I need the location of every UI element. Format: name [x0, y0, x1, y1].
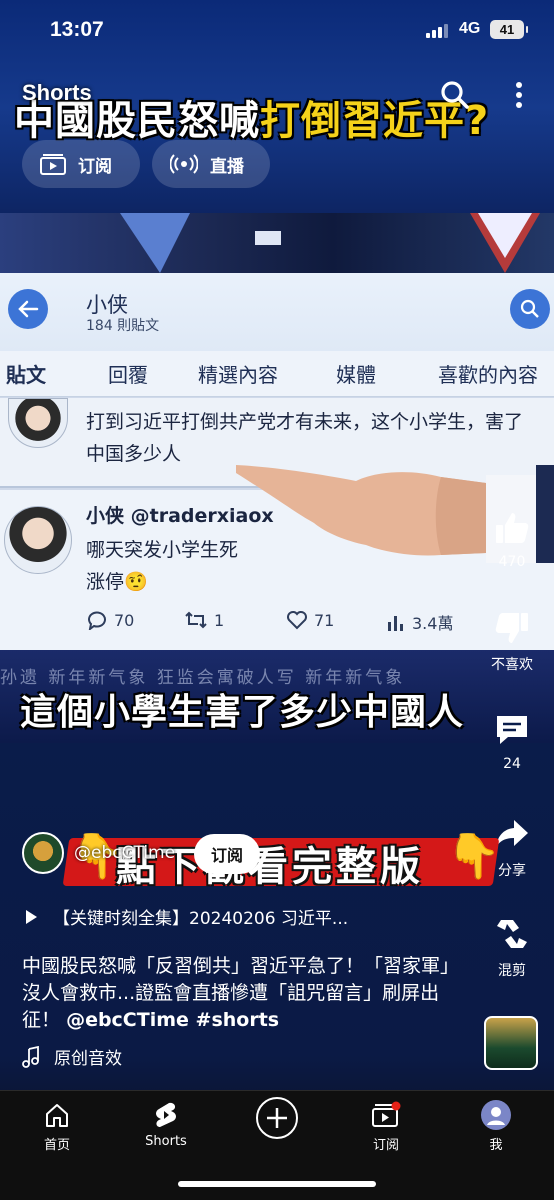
nav-home[interactable]: 首页 [12, 1100, 102, 1153]
twitter-search-icon [510, 289, 550, 329]
tweet-retweet-count: 1 [184, 610, 224, 630]
subscriptions-icon [40, 154, 66, 175]
live-icon [170, 154, 198, 174]
status-bar: 13:07 4G 41 [0, 0, 554, 62]
thumbs-down-icon [492, 608, 532, 648]
channel-avatar[interactable] [22, 832, 64, 874]
more-vert-icon[interactable] [502, 78, 536, 112]
comments-button[interactable]: 24 [480, 710, 544, 772]
nav-you-label: 我 [489, 1138, 503, 1153]
home-indicator [178, 1181, 376, 1187]
remix-button[interactable]: 混剪 [480, 914, 544, 980]
tweet-reply-count: 70 [86, 610, 134, 630]
nav-shorts-label: Shorts [145, 1134, 187, 1149]
nav-subscriptions[interactable]: 订阅 [341, 1100, 431, 1153]
music-note-icon [22, 1045, 39, 1068]
shorts-player-screen: 13:07 4G 41 中國股民怒喊打倒習近平? Shorts 订阅 直播 小侠… [0, 0, 554, 1200]
like-button[interactable]: 470 [480, 508, 544, 570]
twitter-tab: 喜歡的內容 [438, 363, 538, 387]
twitter-tab: 回覆 [108, 363, 148, 387]
related-video-link[interactable]: 【关键时刻全集】20240206 习近平... [26, 904, 348, 929]
nav-home-label: 首页 [43, 1138, 70, 1153]
sound-label: 原创音效 [54, 1049, 122, 1069]
retweet-count: 1 [214, 610, 225, 630]
shorts-logo-label: Shorts [22, 80, 92, 105]
tweet-view-count: 3.4萬 [386, 610, 453, 634]
profile-avatar-icon [481, 1100, 511, 1130]
twitter-tab: 貼文 [6, 363, 46, 387]
sound-thumbnail[interactable] [484, 1016, 538, 1070]
tweet-2-emoji: 🤨 [124, 571, 148, 593]
heart-icon [287, 611, 307, 630]
nav-create[interactable] [232, 1096, 322, 1144]
battery-icon: 41 [490, 20, 528, 39]
nav-you[interactable]: 我 [451, 1100, 541, 1153]
shorts-icon [151, 1100, 181, 1130]
sound-link[interactable]: 原创音效 [22, 1044, 122, 1069]
tweet-2-text-line-2-words: 涨停 [86, 571, 125, 593]
video-frame[interactable]: 小侠 184 則貼文 貼文 回覆 精選內容 媒體 喜歡的內容 打到习近平打倒共产… [0, 213, 554, 743]
create-plus-icon [255, 1096, 299, 1140]
twitter-profile-header [0, 273, 554, 351]
home-icon [42, 1100, 72, 1130]
twitter-post-count: 184 則貼文 [86, 318, 160, 334]
nav-shorts[interactable]: Shorts [121, 1100, 211, 1149]
nav-subscriptions-label: 订阅 [372, 1138, 399, 1153]
twitter-tab: 媒體 [336, 363, 376, 387]
subscribe-button[interactable]: 订阅 [194, 834, 260, 874]
like-count: 71 [314, 610, 335, 630]
related-video-title: 【关键时刻全集】20240206 习近平... [53, 909, 349, 929]
description-tags[interactable]: @ebcCTime #shorts [66, 1009, 279, 1031]
subscriptions-chip[interactable]: 订阅 [22, 140, 140, 188]
play-triangle-icon [26, 909, 37, 924]
tweet-like-count: 71 [286, 610, 334, 630]
subscriptions-icon [371, 1100, 401, 1130]
views-chart-icon [388, 616, 403, 631]
subscriptions-chip-label: 订阅 [78, 156, 112, 177]
remix-label: 混剪 [498, 963, 526, 979]
tweet-2-text-line-1: 哪天突发小学生死 [86, 539, 239, 561]
video-subtitle: 這個小學生害了多少中國人 [20, 692, 465, 733]
reply-count: 70 [114, 610, 135, 630]
reply-icon [88, 611, 106, 630]
pointing-down-emoji-icon: 👇 [446, 831, 501, 882]
tweet-2-text-line-2: 涨停🤨 [86, 566, 148, 598]
channel-handle[interactable]: @ebcCTime [74, 843, 175, 863]
like-count-label: 470 [498, 554, 526, 570]
network-type: 4G [459, 20, 481, 37]
retweet-icon [185, 611, 207, 629]
thumbs-up-icon [492, 508, 532, 548]
search-icon[interactable] [438, 78, 472, 112]
back-arrow-icon [8, 289, 48, 329]
twitter-tab: 精選內容 [198, 363, 278, 387]
dislike-button[interactable]: 不喜欢 [480, 608, 544, 674]
view-count: 3.4萬 [412, 614, 454, 633]
tweet-author-avatar [4, 506, 72, 574]
comment-icon [492, 710, 532, 750]
video-description[interactable]: 中國股民怒喊「反習倒共」習近平急了！「習家軍」沒人會救市...證監會直播慘遭「詛… [22, 953, 472, 1034]
status-time: 13:07 [50, 18, 104, 41]
presenter-suit-image [0, 213, 554, 273]
live-chip[interactable]: 直播 [152, 140, 270, 188]
remix-icon [492, 914, 532, 954]
live-chip-label: 直播 [210, 156, 244, 177]
comment-count-label: 24 [503, 756, 521, 772]
cellular-signal-icon [426, 22, 452, 38]
dislike-label: 不喜欢 [491, 657, 533, 673]
